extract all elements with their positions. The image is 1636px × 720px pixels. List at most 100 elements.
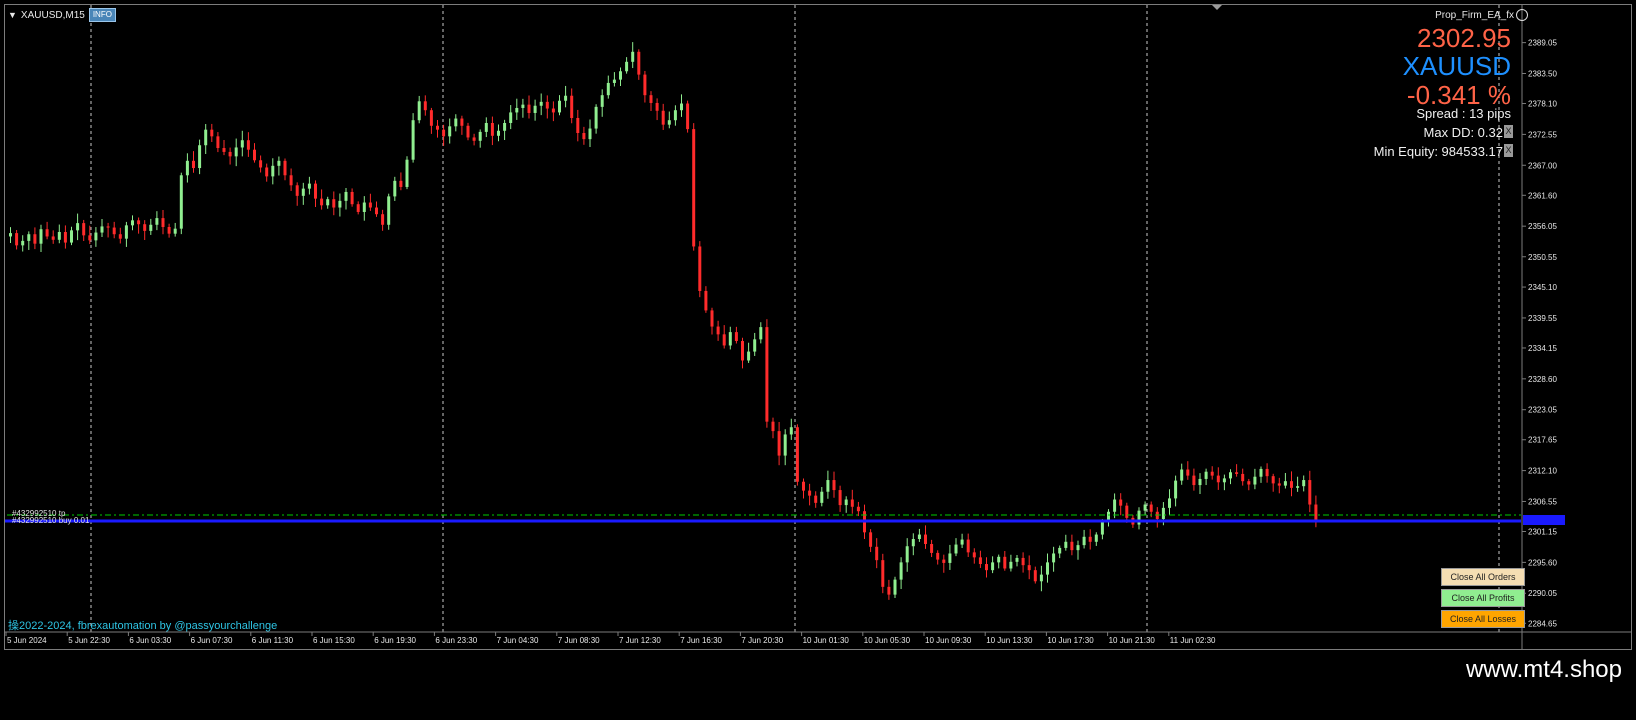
candle-body bbox=[423, 101, 427, 111]
candle-body bbox=[240, 140, 244, 148]
candle-body bbox=[124, 225, 128, 239]
candle bbox=[9, 227, 12, 244]
time-tick-label: 7 Jun 12:30 bbox=[619, 636, 661, 645]
symbol-display: XAUUSD bbox=[1402, 51, 1511, 81]
candle-body bbox=[612, 79, 616, 83]
candle bbox=[344, 187, 348, 210]
candle bbox=[1216, 467, 1220, 490]
candle bbox=[924, 525, 927, 549]
candle bbox=[1064, 534, 1068, 551]
candle bbox=[741, 337, 744, 369]
candle-body bbox=[1314, 504, 1318, 522]
candle bbox=[45, 221, 49, 240]
candle-body bbox=[545, 101, 549, 109]
candle-body bbox=[82, 223, 86, 236]
candle-body bbox=[1113, 499, 1117, 512]
candle bbox=[558, 95, 561, 116]
info-button[interactable]: INFO bbox=[88, 8, 116, 22]
candle-body bbox=[1003, 556, 1007, 569]
candle bbox=[1076, 540, 1080, 560]
candle bbox=[875, 538, 879, 569]
candle bbox=[966, 533, 970, 557]
close-all-profits-button[interactable]: Close All Profits bbox=[1441, 589, 1525, 607]
candle bbox=[917, 528, 921, 542]
candle-body bbox=[338, 200, 342, 208]
candle bbox=[704, 286, 708, 313]
candle bbox=[240, 130, 244, 157]
candle bbox=[631, 42, 635, 69]
candle-body bbox=[820, 491, 824, 503]
candle bbox=[655, 98, 659, 121]
close-all-losses-button[interactable]: Close All Losses bbox=[1441, 610, 1525, 628]
candle bbox=[564, 85, 568, 108]
min-equity-close-icon[interactable]: X bbox=[1504, 144, 1513, 157]
candle-body bbox=[216, 136, 220, 149]
candle bbox=[783, 429, 787, 466]
candle bbox=[515, 98, 519, 120]
candle-body bbox=[1186, 469, 1190, 476]
candle-body bbox=[643, 74, 647, 96]
candle bbox=[1222, 474, 1226, 491]
candle-body bbox=[991, 562, 995, 571]
price-chart[interactable]: 2389.05 2383.50 2378.10 2372.55 2367.00 2361.… bbox=[5, 5, 1631, 649]
candle-body bbox=[887, 586, 891, 595]
candle-body bbox=[1149, 504, 1153, 512]
candle-body bbox=[1222, 478, 1226, 483]
candle-body bbox=[985, 564, 988, 571]
candle-body bbox=[1143, 504, 1147, 511]
candle-body bbox=[1076, 545, 1080, 551]
candle-body bbox=[875, 546, 879, 561]
candle bbox=[533, 99, 537, 121]
candle-body bbox=[9, 233, 12, 237]
candle bbox=[972, 548, 976, 564]
ask-price-badge bbox=[1523, 515, 1565, 525]
chart-window[interactable]: 2389.05 2383.50 2378.10 2372.55 2367.00 2361.… bbox=[4, 4, 1632, 650]
candle-body bbox=[1229, 472, 1232, 479]
candle-body bbox=[179, 175, 183, 229]
candle bbox=[320, 189, 324, 210]
candle bbox=[179, 172, 183, 235]
candle-body bbox=[265, 167, 269, 177]
candle bbox=[1039, 565, 1043, 592]
candle-body bbox=[917, 534, 921, 540]
candle-body bbox=[698, 246, 702, 291]
candle-body bbox=[680, 103, 683, 111]
min-equity-readout: Min Equity: 984533.17 bbox=[1373, 144, 1503, 159]
candle bbox=[326, 196, 330, 209]
price-tick-label: 2306.55 bbox=[1528, 497, 1557, 506]
candle-body bbox=[661, 110, 665, 125]
candle bbox=[1052, 546, 1056, 572]
time-tick-label: 5 Jun 2024 bbox=[7, 636, 47, 645]
candle bbox=[271, 158, 275, 185]
candle-body bbox=[1296, 486, 1300, 488]
candle bbox=[1143, 501, 1147, 516]
candle bbox=[1155, 507, 1159, 528]
time-tick-label: 6 Jun 07:30 bbox=[191, 636, 233, 645]
candle-body bbox=[881, 560, 885, 587]
candle bbox=[460, 115, 464, 135]
candle bbox=[667, 111, 671, 129]
candle bbox=[259, 155, 263, 173]
candle bbox=[1265, 463, 1269, 483]
candle-body bbox=[429, 110, 433, 126]
candle bbox=[198, 139, 202, 175]
candle-body bbox=[802, 481, 805, 491]
candle bbox=[985, 557, 988, 578]
candle-body bbox=[1192, 475, 1196, 486]
candle-body bbox=[490, 122, 494, 136]
candle-body bbox=[301, 188, 305, 196]
close-all-orders-button[interactable]: Close All Orders bbox=[1441, 568, 1525, 586]
candle-body bbox=[753, 339, 757, 352]
candle-body bbox=[289, 175, 293, 186]
candle-body bbox=[1174, 480, 1178, 499]
candle-body bbox=[503, 122, 507, 131]
candle bbox=[192, 151, 195, 173]
order-buy-label: #432992510 buy 0.01 bbox=[12, 516, 90, 525]
max-dd-close-icon[interactable]: X bbox=[1504, 125, 1513, 138]
candle bbox=[350, 188, 354, 207]
candle-body bbox=[295, 185, 299, 196]
candle bbox=[1241, 468, 1245, 486]
candle-body bbox=[63, 232, 67, 243]
dropdown-triangle-icon[interactable]: ▼ bbox=[8, 10, 17, 20]
candle bbox=[844, 496, 848, 513]
